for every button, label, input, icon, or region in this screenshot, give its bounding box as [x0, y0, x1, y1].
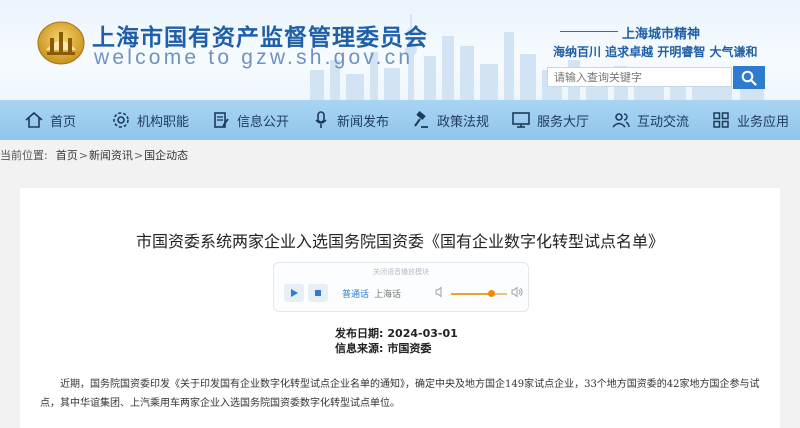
sasac-emblem-logo [37, 21, 85, 65]
volume-slider-handle[interactable] [488, 290, 496, 297]
gear-icon [113, 112, 129, 128]
nav-item-label: 服务大厅 [536, 114, 589, 130]
info-source-label: 信息来源: [335, 342, 384, 355]
info-source-value: 市国资委 [387, 342, 432, 355]
search-icon [741, 70, 757, 86]
people-icon [612, 113, 630, 128]
play-icon [291, 289, 298, 297]
nav-item-policy[interactable]: 政策法规 [400, 100, 500, 140]
nav-item-label: 政策法规 [436, 114, 489, 130]
breadcrumb-soe-news[interactable]: 国企动态 [144, 147, 188, 163]
nav-item-service-hall[interactable]: 服务大厅 [500, 100, 600, 140]
mandarin-mode-toggle[interactable]: 普通话 [342, 287, 369, 300]
publish-date-value: 2024-03-01 [387, 327, 458, 340]
close-player-link[interactable]: 关闭语音播放模块 [274, 267, 528, 277]
stop-button[interactable] [308, 284, 328, 302]
main-nav: 首页 机构职能 信息公开 新闻发布 政策法规 服务大厅 互动交流 业务应用 [0, 100, 800, 140]
gavel-icon [414, 111, 428, 128]
breadcrumb-label: 当前位置: [0, 149, 48, 162]
nav-item-label: 首页 [49, 114, 76, 130]
search-input[interactable] [547, 67, 732, 87]
nav-item-home[interactable]: 首页 [0, 100, 100, 140]
nav-item-label: 机构职能 [136, 114, 189, 130]
site-domain-text: welcome to gzw.sh.gov.cn [94, 46, 414, 69]
volume-slider-fill [451, 293, 492, 295]
breadcrumb-separator: > [78, 148, 88, 162]
nav-item-interaction[interactable]: 互动交流 [600, 100, 700, 140]
decorative-line [560, 31, 618, 32]
publish-date: 发布日期: 2024-03-01 [335, 325, 458, 341]
volume-low-icon[interactable] [434, 286, 446, 298]
search-button[interactable] [733, 66, 765, 89]
city-spirit-title: 上海城市精神 [622, 27, 701, 42]
nav-item-business-apps[interactable]: 业务应用 [700, 100, 800, 140]
play-button[interactable] [284, 284, 304, 302]
city-spirit-slogan: 海纳百川 追求卓越 开明睿智 大气谦和 [553, 45, 758, 59]
monitor-icon [512, 112, 530, 128]
document-edit-icon [214, 112, 229, 128]
article-title: 市国资委系统两家企业入选国务院国资委《国有企业数字化转型试点名单》 [135, 232, 664, 251]
nav-item-organization[interactable]: 机构职能 [100, 100, 200, 140]
volume-slider[interactable] [451, 290, 507, 297]
shanghainese-mode-toggle[interactable]: 上海话 [374, 287, 401, 300]
audio-player: 关闭语音播放模块 普通话 上海话 [273, 262, 529, 312]
breadcrumb-news[interactable]: 新闻资讯 [89, 147, 133, 163]
article-panel: 市国资委系统两家企业入选国务院国资委《国有企业数字化转型试点名单》 关闭语音播放… [20, 188, 780, 428]
apps-grid-icon [713, 112, 729, 128]
home-icon [25, 111, 43, 128]
nav-item-info-disclosure[interactable]: 信息公开 [200, 100, 300, 140]
site-header: 上海市国有资产监督管理委员会 welcome to gzw.sh.gov.cn … [0, 0, 800, 100]
nav-item-label: 业务应用 [736, 114, 789, 130]
nav-item-news[interactable]: 新闻发布 [300, 100, 400, 140]
microphone-icon [315, 111, 327, 128]
breadcrumb-home[interactable]: 首页 [56, 147, 78, 163]
nav-item-label: 新闻发布 [336, 114, 389, 130]
volume-high-icon[interactable] [510, 286, 524, 298]
info-source: 信息来源: 市国资委 [335, 340, 431, 356]
nav-item-label: 信息公开 [236, 114, 289, 130]
publish-date-label: 发布日期: [335, 327, 384, 340]
article-body: 近期，国务院国资委印发《关于印发国有企业数字化转型试点企业名单的通知》，确定中央… [40, 379, 760, 409]
breadcrumb-separator: > [133, 148, 144, 162]
breadcrumb: 当前位置: 首页 > 新闻资讯 > 国企动态 [0, 146, 800, 164]
stop-icon [315, 290, 321, 296]
nav-item-label: 互动交流 [636, 114, 689, 130]
